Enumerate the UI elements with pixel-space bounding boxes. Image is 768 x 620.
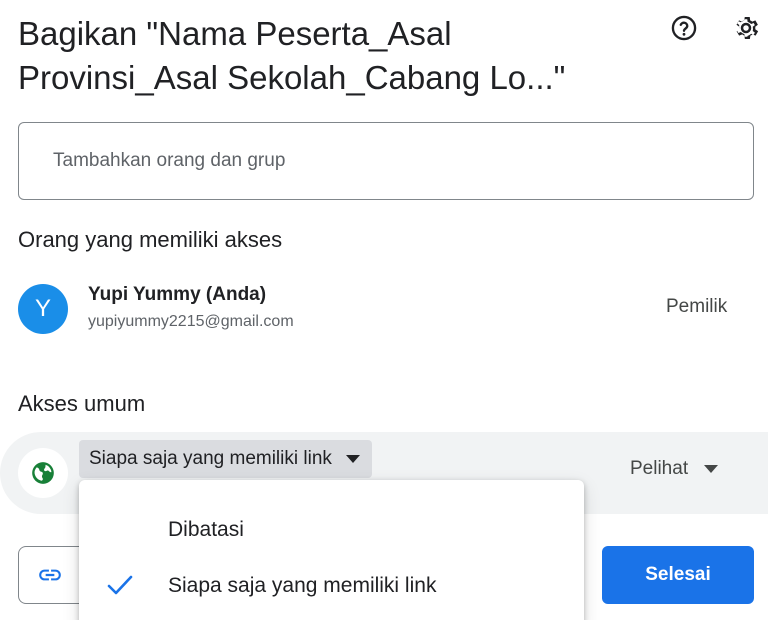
caret-down-icon (704, 465, 719, 473)
general-access-role-dropdown[interactable]: Pelihat (630, 458, 719, 480)
access-dropdown-menu: Dibatasi Siapa saja yang memiliki link (79, 480, 584, 620)
person-name: Yupi Yummy (Anda) (88, 284, 267, 305)
menu-item-label: Siapa saja yang memiliki link (168, 574, 437, 597)
menu-item-restricted[interactable]: Dibatasi (79, 502, 584, 558)
link-icon (39, 569, 61, 581)
avatar: Y (18, 284, 68, 334)
general-access-title: Akses umum (18, 391, 146, 416)
general-access-role: Pelihat (630, 458, 689, 479)
general-access-dropdown[interactable]: Siapa saja yang memiliki link (79, 440, 372, 478)
done-button[interactable]: Selesai (602, 546, 754, 604)
dialog-title: Bagikan "Nama Peserta_Asal Provinsi_Asal… (18, 15, 566, 96)
menu-item-anyone-with-link[interactable]: Siapa saja yang memiliki link (79, 558, 584, 614)
menu-item-label: Dibatasi (168, 518, 244, 541)
add-people-input[interactable] (18, 122, 754, 200)
people-with-access-title: Orang yang memiliki akses (18, 227, 283, 252)
gear-icon[interactable] (728, 10, 764, 46)
general-access-selected: Siapa saja yang memiliki link (89, 448, 332, 469)
checkmark-icon (107, 575, 133, 595)
caret-down-icon (345, 455, 360, 463)
person-role: Pemilik (666, 296, 728, 317)
help-icon[interactable] (666, 10, 702, 46)
globe-icon (18, 448, 68, 498)
person-email: yupiyummy2215@gmail.com (88, 313, 294, 330)
